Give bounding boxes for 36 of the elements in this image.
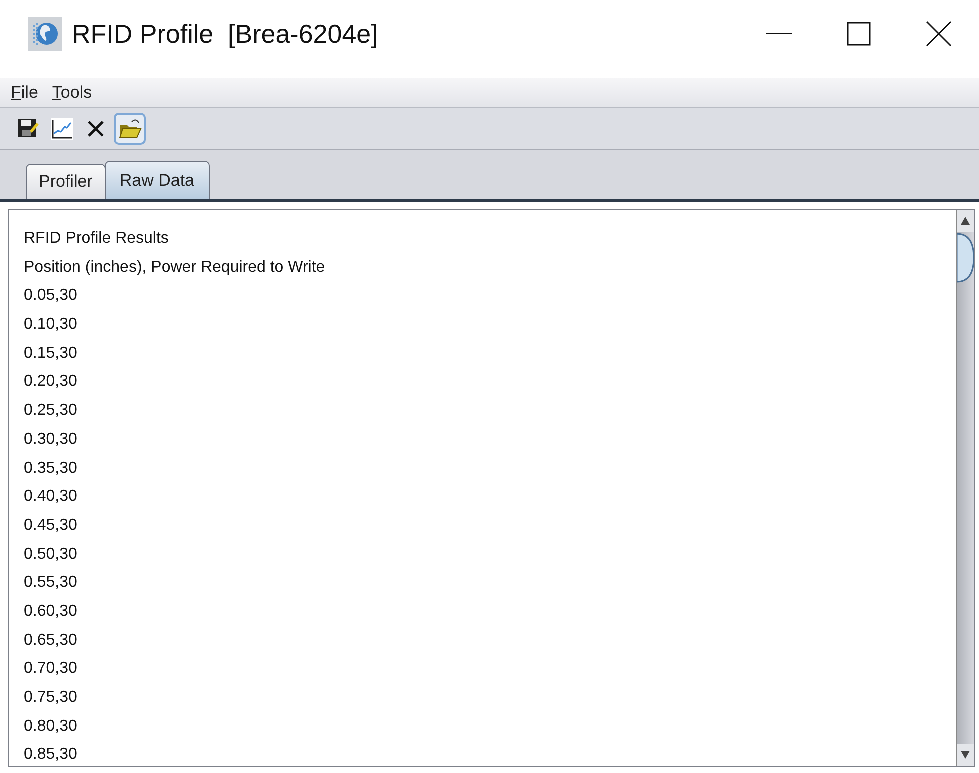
- app-icon: [28, 17, 62, 51]
- folder-icon: [118, 116, 142, 140]
- text-line: 0.55,30: [24, 573, 78, 594]
- text-line: 0.20,30: [24, 372, 78, 392]
- text-line: 0.65,30: [24, 630, 78, 651]
- text-line: 0.80,30: [24, 716, 78, 737]
- text-line: 0.05,30: [24, 286, 78, 306]
- menu-item[interactable]: Tools: [49, 80, 96, 106]
- minimize-icon: [766, 32, 792, 36]
- text-line: 0.85,30: [24, 745, 78, 766]
- tab[interactable]: Profiler: [26, 164, 106, 199]
- text-line: 0.30,30: [24, 430, 78, 450]
- menu-item[interactable]: File: [8, 80, 42, 106]
- text-line: RFID Profile Results: [24, 229, 170, 249]
- maximize-icon: [847, 22, 871, 46]
- tab[interactable]: Raw Data: [104, 160, 210, 199]
- text-line: Position (inches), Power Required to Write: [24, 258, 326, 278]
- scroll-up-icon[interactable]: [957, 210, 974, 232]
- text-line: 0.15,30: [24, 344, 78, 364]
- chart-icon: [50, 116, 74, 140]
- close-icon: [926, 21, 952, 47]
- text-line: 0.45,30: [24, 516, 78, 536]
- text-line: 0.50,30: [24, 544, 78, 565]
- text-line: 0.40,30: [24, 487, 78, 508]
- folder-button[interactable]: [114, 112, 146, 144]
- text-line: 0.10,30: [24, 315, 78, 336]
- scroll-thumb[interactable]: [957, 232, 974, 284]
- text-line: 0.60,30: [24, 602, 78, 622]
- scrollbar[interactable]: [956, 210, 974, 766]
- text-line: 0.25,30: [24, 401, 78, 422]
- text-area[interactable]: RFID Profile Results Position (inches), Power Required to Write 0.05,30 0.10,30 0.15,30 0.20,30 0.25,30 0.30,30 0.35,30 0.40,30 0.45,30 0.50,30 0.55,30 0.60,30 0.65,30 0.70,30 0.75,30 0.80,30 0.85,30: [8, 209, 975, 767]
- text-line: 0.75,30: [24, 688, 78, 708]
- text-line: 0.35,30: [24, 458, 78, 478]
- scroll-down-icon[interactable]: [957, 744, 974, 766]
- window-title: RFID Profile [Brea-6204e]: [72, 18, 378, 50]
- text-line: 0.70,30: [24, 659, 78, 680]
